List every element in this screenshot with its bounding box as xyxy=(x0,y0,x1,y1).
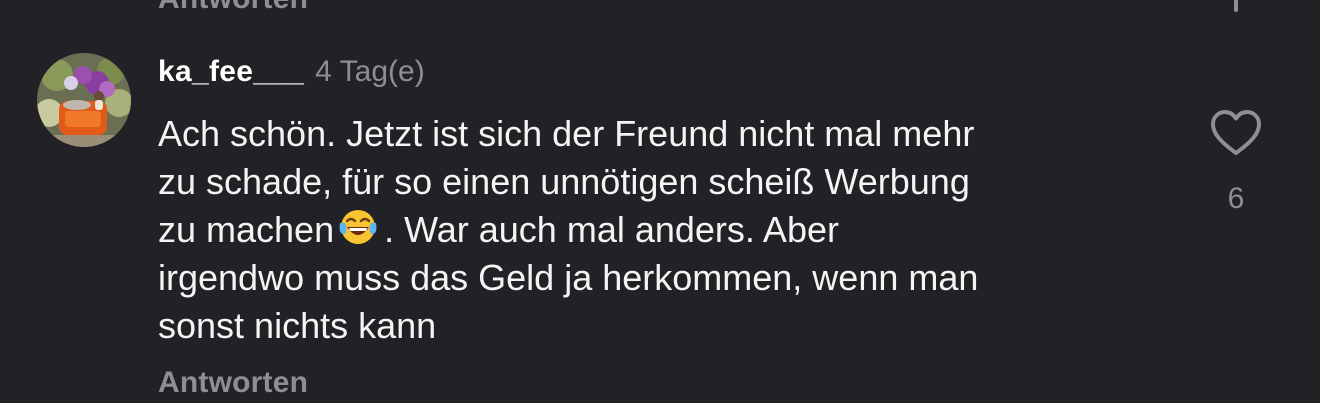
like-section: 6 xyxy=(1206,108,1266,228)
comment-text-line: zu schade, für so einen unnötigen scheiß… xyxy=(158,161,970,202)
reply-button[interactable]: Antworten xyxy=(158,366,308,400)
comment-text-segment: zu machen xyxy=(158,209,335,250)
comment-thread: Antworten ka_fee___ xyxy=(0,0,1320,403)
timestamp: 4 Tag(e) xyxy=(315,55,425,88)
comment-text: Ach schön. Jetzt ist sich der Freund nic… xyxy=(158,110,1168,350)
comment-text-segment: . War auch mal anders. Aber xyxy=(384,209,839,250)
comment-text-line: sonst nichts kann xyxy=(158,305,437,346)
avatar-image xyxy=(37,53,131,147)
like-count: 6 xyxy=(1227,182,1245,215)
comment-text-line: Ach schön. Jetzt ist sich der Freund nic… xyxy=(158,113,975,154)
comment: ka_fee___ 4 Tag(e) Ach schön. Jetzt ist … xyxy=(0,0,1320,403)
comment-text-line: zu machen . War auch mal anders. Aber xyxy=(158,206,1168,254)
comment-text-line: irgendwo muss das Geld ja herkommen, wen… xyxy=(158,257,979,298)
heart-outline-icon[interactable] xyxy=(1209,108,1263,158)
comment-meta: ka_fee___ 4 Tag(e) xyxy=(158,55,425,95)
username[interactable]: ka_fee___ xyxy=(158,55,304,89)
laughing-tears-emoji-icon xyxy=(338,207,378,247)
avatar[interactable] xyxy=(37,53,131,147)
